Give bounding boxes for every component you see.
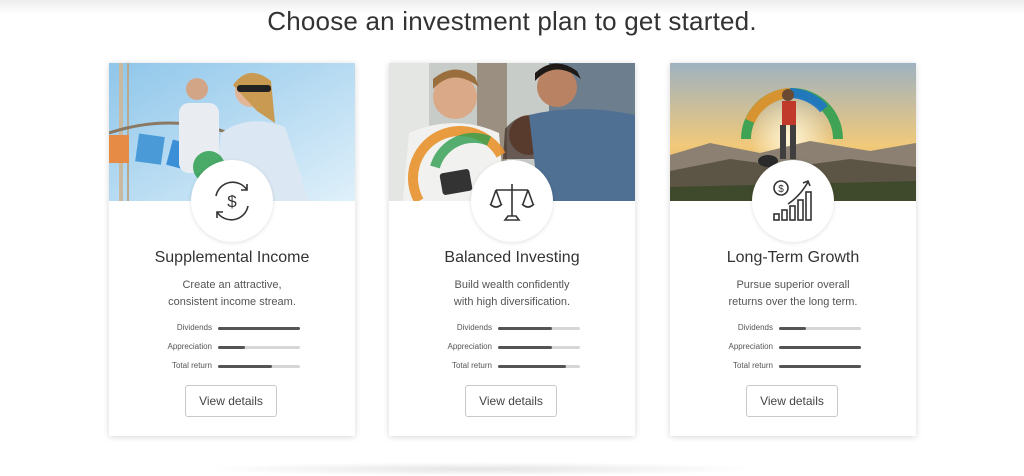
metric-bar-fill — [218, 327, 300, 330]
metric-bar-fill — [218, 365, 273, 368]
plan-title: Balanced Investing — [444, 249, 580, 266]
growth-chart-icon: $ — [752, 160, 834, 242]
metric-label: Dividends — [737, 323, 773, 332]
metric-bar — [218, 346, 300, 349]
plan-description-line: Pursue superior overall — [736, 279, 850, 291]
metric-bar — [218, 365, 300, 368]
plan-metrics: Dividends Appreciation Total return — [389, 322, 635, 379]
metric-row-total-return: Total return — [109, 360, 355, 379]
metric-bar-fill — [498, 346, 553, 349]
plan-description: Build wealth confidently with high diver… — [419, 277, 605, 311]
metric-row-appreciation: Appreciation — [389, 341, 635, 360]
plan-title: Supplemental Income — [154, 249, 310, 266]
metric-label: Dividends — [456, 323, 492, 332]
plan-card-long-term-growth[interactable]: $ Long-Term Growth Pursue superior overa… — [670, 63, 916, 436]
plan-title: Long-Term Growth — [726, 249, 860, 266]
metric-row-total-return: Total return — [389, 360, 635, 379]
metric-row-dividends: Dividends — [389, 322, 635, 341]
metric-bar-fill — [779, 346, 861, 349]
view-details-button[interactable]: View details — [465, 385, 557, 417]
metric-row-appreciation: Appreciation — [670, 341, 916, 360]
metric-bar — [498, 365, 580, 368]
metric-label: Total return — [171, 361, 212, 370]
plan-description-line: Create an attractive, — [182, 279, 282, 291]
plan-metrics: Dividends Appreciation Total return — [670, 322, 916, 379]
metric-bar — [779, 346, 861, 349]
metric-label: Appreciation — [447, 342, 492, 351]
metric-bar-fill — [498, 327, 553, 330]
svg-text:$: $ — [778, 184, 784, 195]
plan-description: Create an attractive, consistent income … — [139, 277, 325, 311]
plan-description-line: Build wealth confidently — [454, 279, 570, 291]
metric-row-appreciation: Appreciation — [109, 341, 355, 360]
metric-bar-fill — [779, 327, 807, 330]
metric-label: Appreciation — [167, 342, 212, 351]
balance-scale-icon — [471, 160, 553, 242]
page-title: Choose an investment plan to get started… — [267, 6, 757, 36]
metric-bar — [218, 327, 300, 330]
metric-bar — [498, 346, 580, 349]
view-details-button[interactable]: View details — [185, 385, 277, 417]
metric-label: Total return — [732, 361, 773, 370]
plan-description-line: with high diversification. — [453, 296, 571, 308]
view-details-button[interactable]: View details — [746, 385, 838, 417]
metric-bar — [498, 327, 580, 330]
metric-bar — [779, 327, 861, 330]
dollar-cycle-icon: $ — [191, 160, 273, 242]
metric-bar — [779, 365, 861, 368]
metric-bar-fill — [779, 365, 861, 368]
plan-card-supplemental-income[interactable]: $ Supplemental Income Create an attracti… — [109, 63, 355, 436]
metric-row-dividends: Dividends — [670, 322, 916, 341]
plan-description-line: consistent income stream. — [168, 296, 296, 308]
plan-metrics: Dividends Appreciation Total return — [109, 322, 355, 379]
metric-row-total-return: Total return — [670, 360, 916, 379]
svg-text:$: $ — [227, 192, 237, 211]
plan-description-line: returns over the long term. — [728, 296, 858, 308]
metric-bar-fill — [218, 346, 246, 349]
metric-row-dividends: Dividends — [109, 322, 355, 341]
bottom-shadow — [200, 462, 760, 476]
plan-card-balanced-investing[interactable]: Balanced Investing Build wealth confiden… — [389, 63, 635, 436]
metric-label: Dividends — [176, 323, 212, 332]
metric-bar-fill — [498, 365, 567, 368]
metric-label: Total return — [451, 361, 492, 370]
plan-description: Pursue superior overall returns over the… — [700, 277, 886, 311]
metric-label: Appreciation — [728, 342, 773, 351]
